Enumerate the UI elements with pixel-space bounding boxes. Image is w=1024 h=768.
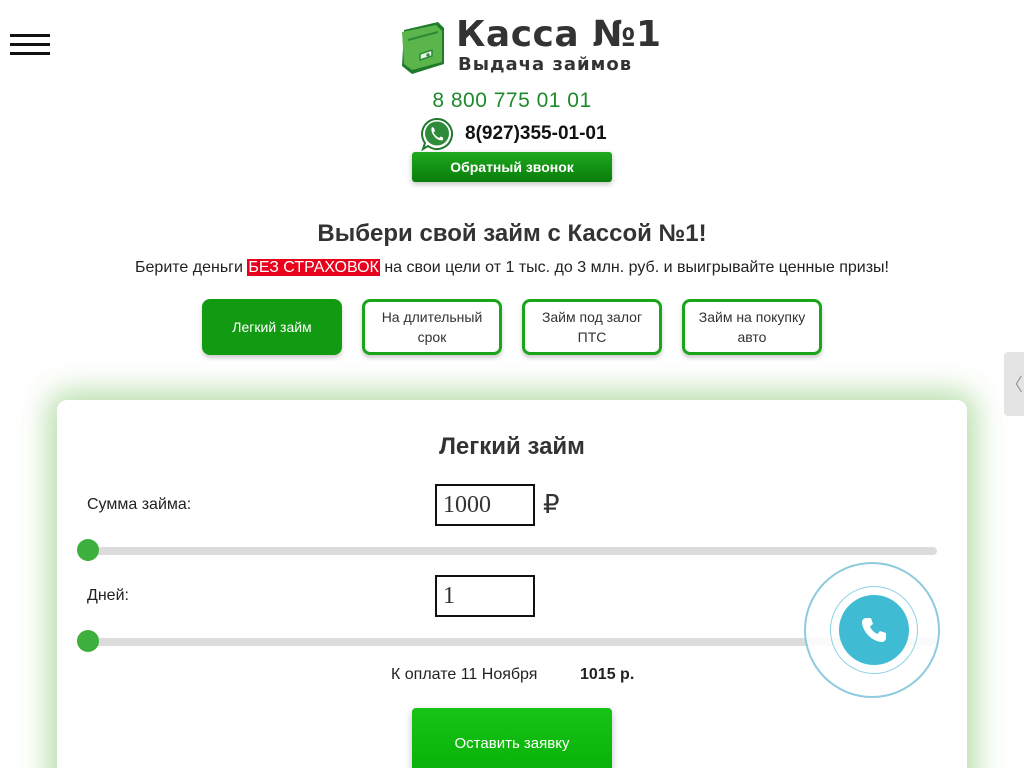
logo-title: Касса №1 xyxy=(456,14,662,55)
no-insurance-highlight: БЕЗ СТРАХОВОК xyxy=(247,259,380,276)
callback-widget[interactable] xyxy=(804,562,940,698)
site-logo[interactable]: Касса №1 Выдача займов xyxy=(398,14,661,78)
tab-pts-collateral[interactable]: Займ под залог ПТС xyxy=(522,299,662,355)
tab-easy-loan[interactable]: Легкий займ xyxy=(202,299,342,355)
side-panel-toggle[interactable]: 〈 xyxy=(1004,352,1024,416)
ruble-sign: ₽ xyxy=(543,490,560,520)
whatsapp-phone: 8(927)355-01-01 xyxy=(465,123,607,144)
amount-slider-track[interactable] xyxy=(87,547,937,555)
payment-amount: 1015 р. xyxy=(580,666,635,683)
tab-long-term[interactable]: На длительный срок xyxy=(362,299,502,355)
payment-date-label: К оплате 11 Ноября xyxy=(391,666,538,683)
page-headline: Выбери свой займ с Кассой №1! xyxy=(317,220,707,247)
days-label: Дней: xyxy=(87,587,129,604)
phone-handset-svg xyxy=(862,618,886,642)
subline-text-after: на свои цели от 1 тыс. до 3 млн. руб. и … xyxy=(379,259,889,276)
main-phone-link[interactable]: 8 800 775 01 01 xyxy=(0,89,1024,113)
wallet-logo-icon xyxy=(402,22,444,74)
callback-button[interactable]: Обратный звонок xyxy=(412,152,612,182)
logo-subtitle: Выдача займов xyxy=(458,54,633,75)
subline-text-before: Берите деньги xyxy=(135,259,248,276)
days-slider-thumb[interactable] xyxy=(77,630,99,652)
submit-application-button[interactable]: Оставить заявку xyxy=(412,708,612,768)
amount-slider-thumb[interactable] xyxy=(77,539,99,561)
days-input[interactable] xyxy=(435,575,535,617)
amount-input[interactable] xyxy=(435,484,535,526)
whatsapp-contact[interactable]: 8(927)355-01-01 xyxy=(420,116,607,152)
calculator-title: Легкий займ xyxy=(439,433,585,460)
whatsapp-icon xyxy=(421,117,453,151)
phone-handset-icon xyxy=(839,595,909,665)
amount-label: Сумма займа: xyxy=(87,496,192,513)
page-subline: Берите деньги БЕЗ СТРАХОВОК на свои цели… xyxy=(0,259,1024,277)
loan-type-tabs: Легкий займ На длительный срок Займ под … xyxy=(202,299,822,355)
tab-car-purchase[interactable]: Займ на покупку авто xyxy=(682,299,822,355)
hamburger-menu-icon[interactable] xyxy=(10,34,50,58)
